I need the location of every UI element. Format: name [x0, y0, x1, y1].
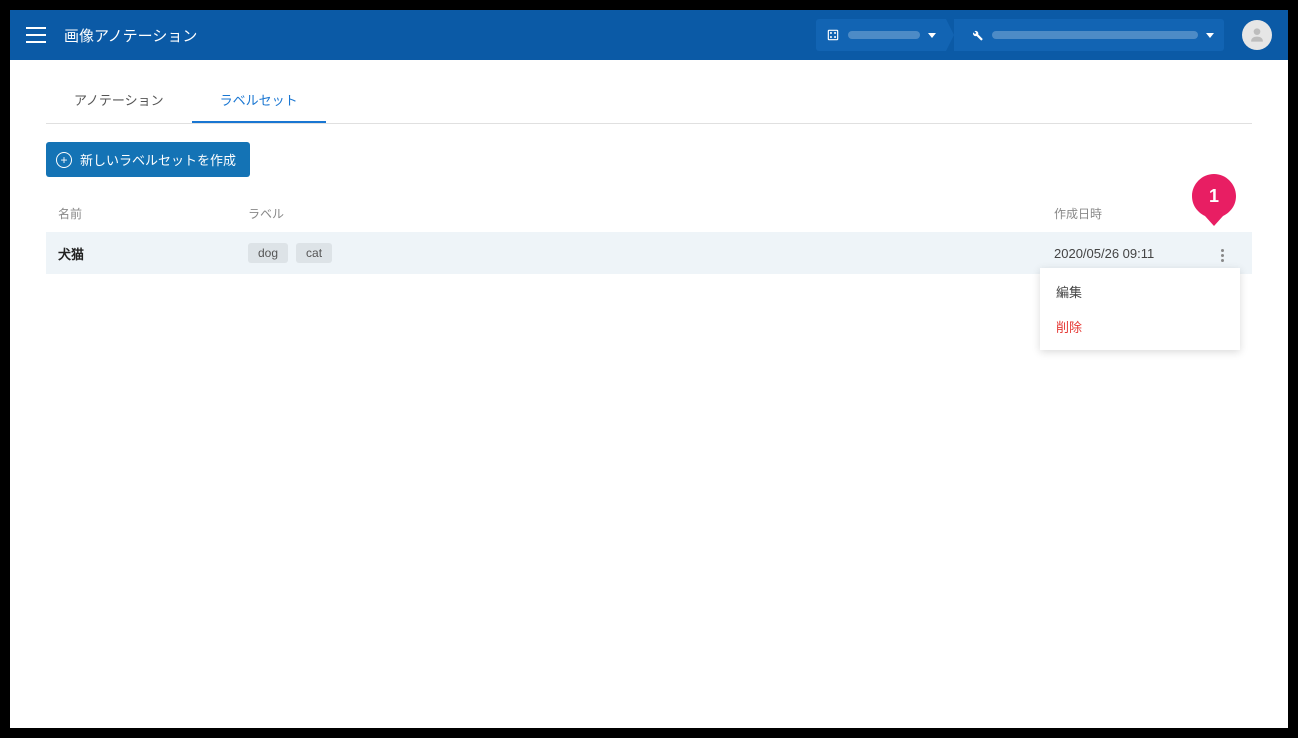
labelset-created-at: 2020/05/26 09:11 — [1054, 246, 1204, 261]
table-row: 犬猫 dog cat 2020/05/26 09:11 編集 削除 — [46, 232, 1252, 274]
callout-badge-number: 1 — [1192, 186, 1236, 207]
plus-circle-icon: + — [56, 152, 72, 168]
table-header-label: ラベル — [248, 205, 1054, 222]
org-selector-value — [848, 31, 920, 39]
project-selector-value — [992, 31, 1198, 39]
building-icon — [826, 28, 840, 42]
menu-item-delete[interactable]: 削除 — [1040, 309, 1240, 344]
kebab-menu-icon[interactable] — [1217, 245, 1228, 266]
header-right — [816, 19, 1272, 51]
row-actions: 編集 削除 — [1204, 240, 1240, 266]
caret-down-icon — [928, 33, 936, 38]
app-title: 画像アノテーション — [64, 25, 197, 46]
labelset-name: 犬猫 — [58, 244, 248, 263]
table-header-row: 名前 ラベル 作成日時 — [46, 195, 1252, 232]
hamburger-menu-icon[interactable] — [26, 27, 46, 43]
caret-down-icon — [1206, 33, 1214, 38]
menu-item-edit[interactable]: 編集 — [1040, 274, 1240, 309]
labelset-table: 名前 ラベル 作成日時 犬猫 dog cat 2020/05/26 09:11 — [46, 195, 1252, 274]
label-chip: dog — [248, 243, 288, 263]
row-action-menu: 編集 削除 — [1040, 268, 1240, 350]
table-header-name: 名前 — [58, 205, 248, 222]
main-content: アノテーション ラベルセット + 新しいラベルセットを作成 名前 ラベル 作成日… — [10, 60, 1288, 728]
labelset-labels: dog cat — [248, 243, 1054, 263]
tab-bar: アノテーション ラベルセット — [46, 76, 1252, 124]
user-avatar[interactable] — [1242, 20, 1272, 50]
project-selector-dropdown[interactable] — [954, 19, 1224, 51]
tab-labelset[interactable]: ラベルセット — [192, 76, 326, 123]
callout-badge: 1 — [1192, 174, 1236, 226]
create-labelset-button-label: 新しいラベルセットを作成 — [80, 150, 236, 169]
wrench-icon — [970, 28, 984, 42]
tab-annotation[interactable]: アノテーション — [46, 76, 192, 123]
label-chip: cat — [296, 243, 332, 263]
create-labelset-button[interactable]: + 新しいラベルセットを作成 — [46, 142, 250, 177]
org-selector-dropdown[interactable] — [816, 19, 946, 51]
table-header-created: 作成日時 — [1054, 205, 1204, 222]
app-header: 画像アノテーション — [10, 10, 1288, 60]
